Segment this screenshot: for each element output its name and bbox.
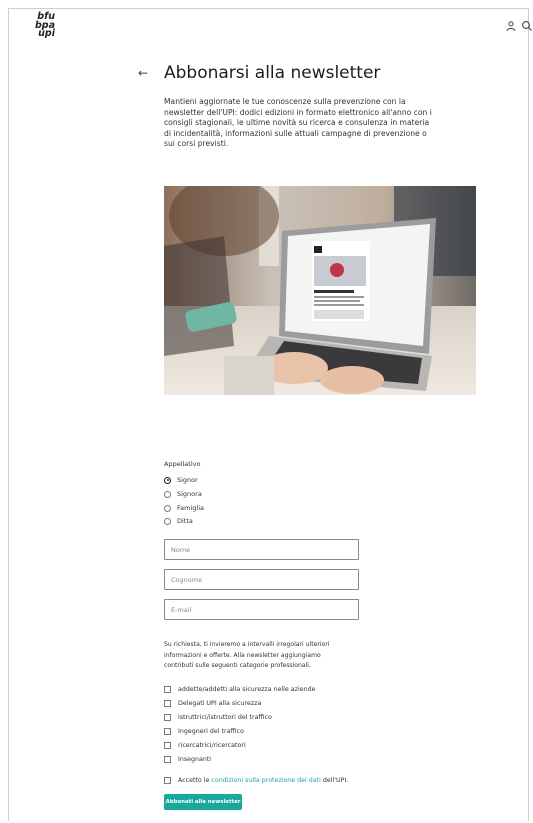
- radio-label: Signor: [177, 476, 198, 484]
- radio-famiglia[interactable]: Famiglia: [164, 504, 204, 512]
- radio-button[interactable]: [164, 504, 171, 512]
- checkbox-row-category-4[interactable]: Ingegneri del traffico: [164, 728, 244, 735]
- consent-text-after: dell'UPI.: [320, 777, 349, 784]
- info-text: Su richiesta, ti invieremo a intervalli …: [164, 641, 330, 669]
- salutation-label: Appellativo: [164, 460, 201, 468]
- checkbox-label: Delegati UPI alla sicurezza: [178, 700, 262, 707]
- consent-checkbox[interactable]: [164, 777, 171, 784]
- subscribe-button[interactable]: Abbonati alla newsletter: [164, 794, 242, 810]
- checkbox-label: Ingegneri del traffico: [178, 728, 244, 735]
- site-header: bfu bpa upi: [9, 9, 532, 49]
- logo-line-3: upi: [38, 28, 55, 39]
- radio-button[interactable]: [164, 476, 171, 484]
- checkbox[interactable]: [164, 742, 171, 749]
- radio-button[interactable]: [164, 490, 171, 498]
- consent-checkbox-row[interactable]: Accetto le condizioni sulla protezione d…: [164, 777, 348, 784]
- checkbox[interactable]: [164, 714, 171, 721]
- checkbox-label: Insegnanti: [178, 756, 212, 763]
- consent-text-before: Accetto le: [178, 777, 212, 784]
- checkbox[interactable]: [164, 700, 171, 707]
- intro-text: Mantieni aggiornate le tue conoscenze su…: [164, 97, 432, 148]
- page-title: Abbonarsi alla newsletter: [164, 63, 381, 83]
- email-field[interactable]: [164, 599, 359, 620]
- name-field[interactable]: [164, 539, 359, 560]
- checkbox-label: ricercatrici/ricercatori: [178, 742, 246, 749]
- surname-field[interactable]: [164, 569, 359, 590]
- privacy-conditions-link[interactable]: condizioni sulla protezione dei dati: [211, 777, 320, 784]
- radio-button[interactable]: [164, 517, 171, 525]
- checkbox-row-category-5[interactable]: ricercatrici/ricercatori: [164, 742, 246, 749]
- checkbox[interactable]: [164, 728, 171, 735]
- checkbox-label: istruttrici/istruttori del traffico: [178, 714, 272, 721]
- checkbox[interactable]: [164, 756, 171, 763]
- arrow-left-icon[interactable]: ←: [138, 66, 148, 80]
- radio-ditta[interactable]: Ditta: [164, 517, 193, 525]
- checkbox-row-category-1[interactable]: addette/addetti alla sicurezza nelle azi…: [164, 686, 315, 693]
- checkbox-row-category-2[interactable]: Delegati UPI alla sicurezza: [164, 700, 261, 707]
- radio-label: Famiglia: [177, 504, 204, 512]
- checkbox-row-category-6[interactable]: Insegnanti: [164, 756, 211, 763]
- radio-label: Ditta: [177, 517, 193, 525]
- checkbox-row-category-3[interactable]: istruttrici/istruttori del traffico: [164, 714, 272, 721]
- consent-label: Accetto le condizioni sulla protezione d…: [178, 777, 348, 784]
- checkbox[interactable]: [164, 686, 171, 693]
- radio-label: Signora: [177, 490, 202, 498]
- hero-image-laptop: [164, 186, 476, 395]
- radio-signora[interactable]: Signora: [164, 490, 202, 498]
- bfu-logo[interactable]: bfu bpa upi: [27, 12, 55, 39]
- search-icon[interactable]: [521, 20, 533, 32]
- checkbox-label: addette/addetti alla sicurezza nelle azi…: [178, 686, 316, 693]
- radio-signor[interactable]: Signor: [164, 476, 198, 484]
- user-icon[interactable]: [505, 20, 517, 32]
